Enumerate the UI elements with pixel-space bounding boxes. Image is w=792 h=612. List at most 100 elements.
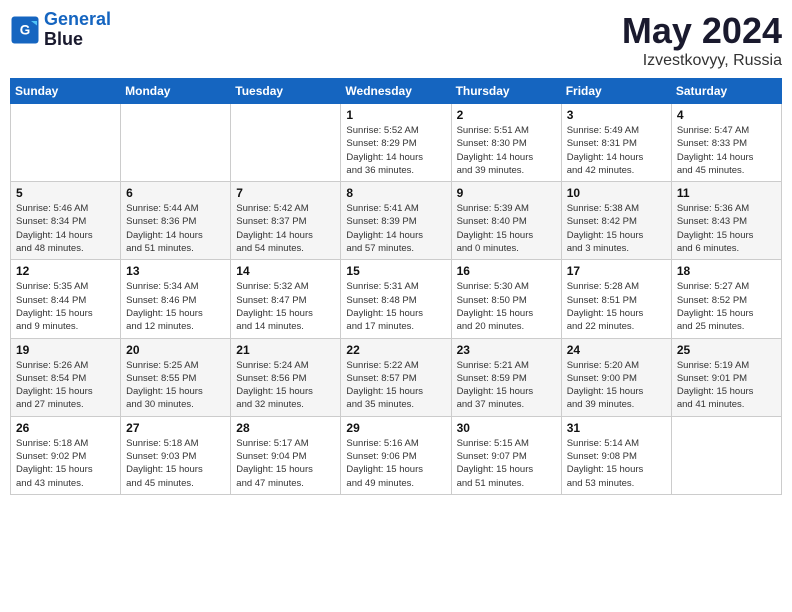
day-info: Sunrise: 5:20 AMSunset: 9:00 PMDaylight:… xyxy=(567,359,666,412)
calendar-cell xyxy=(671,416,781,494)
day-number: 31 xyxy=(567,421,666,435)
calendar-cell: 2 Sunrise: 5:51 AMSunset: 8:30 PMDaylight… xyxy=(451,104,561,182)
calendar-header-cell: Tuesday xyxy=(231,79,341,104)
day-number: 16 xyxy=(457,264,556,278)
calendar-cell: 11Sunrise: 5:36 AMSunset: 8:43 PMDayligh… xyxy=(671,182,781,260)
calendar-cell xyxy=(11,104,121,182)
page-header: G GeneralBlue May 2024 Izvestkovyy, Russ… xyxy=(10,10,782,70)
day-info: Sunrise: 5:49 AMSunset: 8:31 PMDaylight:… xyxy=(567,124,666,177)
calendar-cell: 17 Sunrise: 5:28 AMSunset: 8:51 PMDayligh… xyxy=(561,260,671,338)
calendar-cell: 27 Sunrise: 5:18 AMSunset: 9:03 PMDayligh… xyxy=(121,416,231,494)
calendar-header-cell: Wednesday xyxy=(341,79,451,104)
calendar-cell: 5Sunrise: 5:46 AMSunset: 8:34 PMDaylight… xyxy=(11,182,121,260)
calendar-cell: 12 Sunrise: 5:35 AMSunset: 8:44 PMDayligh… xyxy=(11,260,121,338)
day-number: 20 xyxy=(126,343,225,357)
calendar-cell: 1 Sunrise: 5:52 AMSunset: 8:29 PMDaylight… xyxy=(341,104,451,182)
day-number: 18 xyxy=(677,264,776,278)
day-info: Sunrise: 5:27 AMSunset: 8:52 PMDaylight:… xyxy=(677,280,776,333)
day-number: 24 xyxy=(567,343,666,357)
day-number: 15 xyxy=(346,264,445,278)
day-number: 23 xyxy=(457,343,556,357)
day-number: 3 xyxy=(567,108,666,122)
day-info: Sunrise: 5:36 AMSunset: 8:43 PMDaylight:… xyxy=(677,202,776,255)
day-info: Sunrise: 5:22 AMSunset: 8:57 PMDaylight:… xyxy=(346,359,445,412)
svg-text:G: G xyxy=(20,22,31,37)
day-number: 8 xyxy=(346,186,445,200)
day-number: 30 xyxy=(457,421,556,435)
day-info: Sunrise: 5:18 AMSunset: 9:03 PMDaylight:… xyxy=(126,437,225,490)
calendar-cell: 18 Sunrise: 5:27 AMSunset: 8:52 PMDayligh… xyxy=(671,260,781,338)
calendar-cell: 7 Sunrise: 5:42 AMSunset: 8:37 PMDaylight… xyxy=(231,182,341,260)
calendar-table: SundayMondayTuesdayWednesdayThursdayFrid… xyxy=(10,78,782,495)
day-info: Sunrise: 5:16 AMSunset: 9:06 PMDaylight:… xyxy=(346,437,445,490)
day-number: 17 xyxy=(567,264,666,278)
day-info: Sunrise: 5:15 AMSunset: 9:07 PMDaylight:… xyxy=(457,437,556,490)
day-info: Sunrise: 5:18 AMSunset: 9:02 PMDaylight:… xyxy=(16,437,115,490)
day-info: Sunrise: 5:30 AMSunset: 8:50 PMDaylight:… xyxy=(457,280,556,333)
calendar-cell: 13Sunrise: 5:34 AMSunset: 8:46 PMDayligh… xyxy=(121,260,231,338)
calendar-week-row: 12 Sunrise: 5:35 AMSunset: 8:44 PMDayligh… xyxy=(11,260,782,338)
day-number: 4 xyxy=(677,108,776,122)
calendar-cell: 16 Sunrise: 5:30 AMSunset: 8:50 PMDayligh… xyxy=(451,260,561,338)
logo-icon: G xyxy=(10,15,40,45)
calendar-week-row: 5Sunrise: 5:46 AMSunset: 8:34 PMDaylight… xyxy=(11,182,782,260)
day-info: Sunrise: 5:31 AMSunset: 8:48 PMDaylight:… xyxy=(346,280,445,333)
calendar-header-row: SundayMondayTuesdayWednesdayThursdayFrid… xyxy=(11,79,782,104)
day-info: Sunrise: 5:19 AMSunset: 9:01 PMDaylight:… xyxy=(677,359,776,412)
calendar-cell: 23 Sunrise: 5:21 AMSunset: 8:59 PMDayligh… xyxy=(451,338,561,416)
day-info: Sunrise: 5:35 AMSunset: 8:44 PMDaylight:… xyxy=(16,280,115,333)
title-block: May 2024 Izvestkovyy, Russia xyxy=(622,10,782,70)
day-number: 28 xyxy=(236,421,335,435)
day-info: Sunrise: 5:46 AMSunset: 8:34 PMDaylight:… xyxy=(16,202,115,255)
day-info: Sunrise: 5:44 AMSunset: 8:36 PMDaylight:… xyxy=(126,202,225,255)
calendar-week-row: 19Sunrise: 5:26 AMSunset: 8:54 PMDayligh… xyxy=(11,338,782,416)
calendar-week-row: 26 Sunrise: 5:18 AMSunset: 9:02 PMDayligh… xyxy=(11,416,782,494)
calendar-body: 1 Sunrise: 5:52 AMSunset: 8:29 PMDaylight… xyxy=(11,104,782,495)
calendar-cell xyxy=(231,104,341,182)
day-info: Sunrise: 5:47 AMSunset: 8:33 PMDaylight:… xyxy=(677,124,776,177)
day-info: Sunrise: 5:25 AMSunset: 8:55 PMDaylight:… xyxy=(126,359,225,412)
day-info: Sunrise: 5:14 AMSunset: 9:08 PMDaylight:… xyxy=(567,437,666,490)
calendar-cell xyxy=(121,104,231,182)
calendar-cell: 6Sunrise: 5:44 AMSunset: 8:36 PMDaylight… xyxy=(121,182,231,260)
day-info: Sunrise: 5:52 AMSunset: 8:29 PMDaylight:… xyxy=(346,124,445,177)
calendar-cell: 24 Sunrise: 5:20 AMSunset: 9:00 PMDayligh… xyxy=(561,338,671,416)
calendar-cell: 8Sunrise: 5:41 AMSunset: 8:39 PMDaylight… xyxy=(341,182,451,260)
calendar-cell: 14Sunrise: 5:32 AMSunset: 8:47 PMDayligh… xyxy=(231,260,341,338)
month-title: May 2024 xyxy=(622,10,782,52)
day-info: Sunrise: 5:34 AMSunset: 8:46 PMDaylight:… xyxy=(126,280,225,333)
day-info: Sunrise: 5:17 AMSunset: 9:04 PMDaylight:… xyxy=(236,437,335,490)
day-number: 9 xyxy=(457,186,556,200)
day-number: 27 xyxy=(126,421,225,435)
calendar-cell: 28 Sunrise: 5:17 AMSunset: 9:04 PMDayligh… xyxy=(231,416,341,494)
day-info: Sunrise: 5:32 AMSunset: 8:47 PMDaylight:… xyxy=(236,280,335,333)
day-info: Sunrise: 5:21 AMSunset: 8:59 PMDaylight:… xyxy=(457,359,556,412)
day-number: 26 xyxy=(16,421,115,435)
calendar-cell: 25 Sunrise: 5:19 AMSunset: 9:01 PMDayligh… xyxy=(671,338,781,416)
day-info: Sunrise: 5:28 AMSunset: 8:51 PMDaylight:… xyxy=(567,280,666,333)
calendar-cell: 10Sunrise: 5:38 AMSunset: 8:42 PMDayligh… xyxy=(561,182,671,260)
day-number: 21 xyxy=(236,343,335,357)
day-number: 7 xyxy=(236,186,335,200)
day-info: Sunrise: 5:24 AMSunset: 8:56 PMDaylight:… xyxy=(236,359,335,412)
day-info: Sunrise: 5:51 AMSunset: 8:30 PMDaylight:… xyxy=(457,124,556,177)
calendar-cell: 22Sunrise: 5:22 AMSunset: 8:57 PMDayligh… xyxy=(341,338,451,416)
day-number: 19 xyxy=(16,343,115,357)
day-number: 25 xyxy=(677,343,776,357)
day-info: Sunrise: 5:39 AMSunset: 8:40 PMDaylight:… xyxy=(457,202,556,255)
day-number: 2 xyxy=(457,108,556,122)
day-info: Sunrise: 5:42 AMSunset: 8:37 PMDaylight:… xyxy=(236,202,335,255)
calendar-cell: 31 Sunrise: 5:14 AMSunset: 9:08 PMDayligh… xyxy=(561,416,671,494)
calendar-cell: 21 Sunrise: 5:24 AMSunset: 8:56 PMDayligh… xyxy=(231,338,341,416)
calendar-cell: 19Sunrise: 5:26 AMSunset: 8:54 PMDayligh… xyxy=(11,338,121,416)
logo: G GeneralBlue xyxy=(10,10,111,50)
day-number: 1 xyxy=(346,108,445,122)
calendar-header-cell: Friday xyxy=(561,79,671,104)
day-number: 12 xyxy=(16,264,115,278)
calendar-header-cell: Monday xyxy=(121,79,231,104)
calendar-week-row: 1 Sunrise: 5:52 AMSunset: 8:29 PMDaylight… xyxy=(11,104,782,182)
location-title: Izvestkovyy, Russia xyxy=(622,52,782,70)
day-info: Sunrise: 5:38 AMSunset: 8:42 PMDaylight:… xyxy=(567,202,666,255)
calendar-cell: 20 Sunrise: 5:25 AMSunset: 8:55 PMDayligh… xyxy=(121,338,231,416)
calendar-cell: 3 Sunrise: 5:49 AMSunset: 8:31 PMDaylight… xyxy=(561,104,671,182)
